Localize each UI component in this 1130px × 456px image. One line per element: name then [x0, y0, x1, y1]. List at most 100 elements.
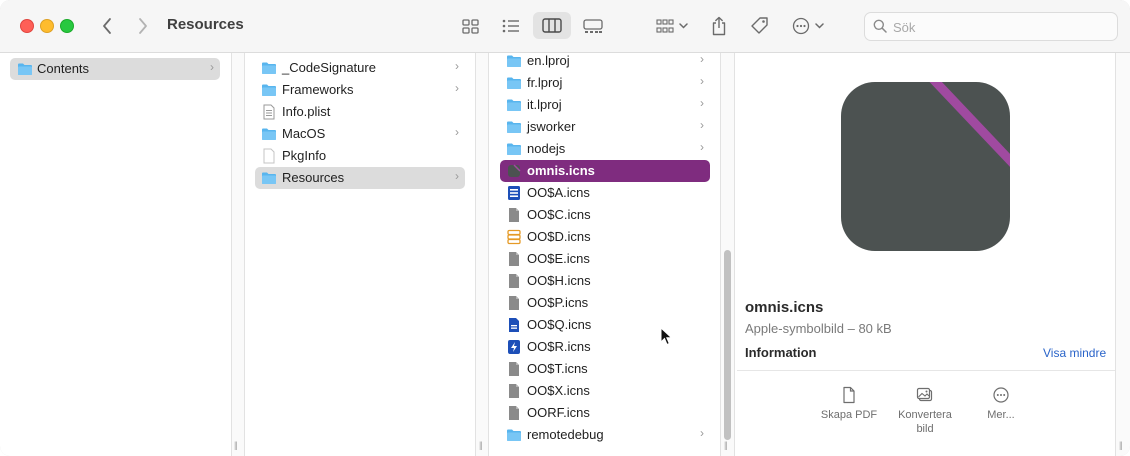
chevron-right-icon: ›: [700, 96, 704, 110]
folder-icon: [18, 63, 32, 75]
file-row[interactable]: OO$E.icns: [500, 248, 710, 270]
item-name: en.lproj: [527, 53, 570, 68]
folder-row[interactable]: nodejs ›: [500, 138, 710, 160]
column-resize-handle[interactable]: ||: [724, 440, 728, 450]
list-view-button[interactable]: [497, 13, 525, 39]
preview-file-kind: Apple-symbolbild – 80 kB: [745, 321, 892, 336]
convert-image-button[interactable]: Konvertera bild: [890, 386, 960, 436]
file-row[interactable]: OO$P.icns: [500, 292, 710, 314]
folder-row[interactable]: Resources ›: [255, 167, 465, 189]
window-title: Resources: [167, 16, 244, 33]
tags-button[interactable]: [746, 12, 772, 39]
forward-button[interactable]: [132, 14, 154, 38]
folder-row[interactable]: _CodeSignature ›: [255, 57, 465, 79]
folder-row[interactable]: Contents ›: [10, 58, 220, 80]
ellipsis-circle-icon: [792, 17, 810, 35]
icns-list-icon: [508, 186, 520, 200]
search-field[interactable]: [864, 12, 1118, 41]
more-button[interactable]: Mer...: [966, 386, 1036, 422]
file-row[interactable]: OO$R.icns: [500, 336, 710, 358]
folder-icon: [507, 429, 521, 441]
folder-row[interactable]: MacOS ›: [255, 123, 465, 145]
file-row[interactable]: OO$H.icns: [500, 270, 710, 292]
folder-row[interactable]: Frameworks ›: [255, 79, 465, 101]
search-input[interactable]: [891, 17, 1105, 37]
item-name: nodejs: [527, 141, 566, 156]
item-name: _CodeSignature: [282, 60, 376, 75]
folder-row[interactable]: it.lproj ›: [500, 94, 710, 116]
more-label: Mer...: [987, 409, 1015, 421]
file-row[interactable]: OO$D.icns: [500, 226, 710, 248]
icns-file-icon: [509, 274, 519, 288]
icns-bolt-icon: [508, 340, 520, 354]
folder-icon: [262, 128, 276, 140]
item-name: OO$Q.icns: [527, 317, 592, 332]
mouse-cursor: [660, 327, 673, 346]
gallery-view-button[interactable]: [579, 13, 607, 39]
toolbar: Resources: [0, 0, 1130, 53]
group-button[interactable]: [651, 13, 693, 39]
item-name: jsworker: [527, 119, 576, 134]
more-icon: [993, 387, 1009, 403]
column-resize-handle[interactable]: ||: [234, 440, 238, 450]
item-name: OO$A.icns: [527, 185, 590, 200]
file-row[interactable]: omnis.icns: [500, 160, 710, 182]
chevron-right-icon: [139, 18, 147, 34]
convert-image-icon: [916, 387, 933, 402]
item-name: Frameworks: [282, 82, 354, 97]
create-pdf-button[interactable]: Skapa PDF: [814, 386, 884, 422]
item-name: OO$H.icns: [527, 273, 591, 288]
preview-section-title: Information: [745, 345, 817, 360]
scrollbar[interactable]: [724, 250, 731, 440]
file-row[interactable]: OO$A.icns: [500, 182, 710, 204]
file-row[interactable]: Info.plist: [255, 101, 465, 123]
chevron-left-icon: [103, 18, 111, 34]
minimize-window-button[interactable]: [40, 19, 54, 33]
chevron-right-icon: ›: [700, 426, 704, 440]
icon-view-button[interactable]: [456, 13, 484, 39]
tag-icon: [750, 17, 768, 34]
grid-icon: [461, 18, 479, 34]
back-button[interactable]: [96, 14, 118, 38]
icns-document-icon: [509, 318, 519, 332]
item-name: Info.plist: [282, 104, 331, 119]
chevron-right-icon: ›: [700, 118, 704, 132]
item-name: it.lproj: [527, 97, 562, 112]
chevron-right-icon: ›: [700, 140, 704, 154]
folder-row[interactable]: jsworker ›: [500, 116, 710, 138]
gallery-icon: [583, 18, 603, 33]
folder-row[interactable]: fr.lproj ›: [500, 72, 710, 94]
finder-window: Resources Cont: [0, 0, 1130, 456]
show-less-link[interactable]: Visa mindre: [1043, 346, 1106, 360]
item-name: MacOS: [282, 126, 326, 141]
chevron-down-icon: [679, 23, 688, 29]
file-row[interactable]: OO$X.icns: [500, 380, 710, 402]
column-2: _CodeSignature › Frameworks › Info.plist MacO…: [245, 53, 475, 456]
column-3: en.lproj › fr.lproj › it.lproj › jsworker › node…: [489, 53, 720, 456]
file-row[interactable]: OO$Q.icns: [500, 314, 710, 336]
folder-row[interactable]: en.lproj ›: [500, 53, 710, 72]
preview-divider: [737, 370, 1115, 371]
column-resize-handle[interactable]: ||: [479, 440, 483, 450]
zoom-window-button[interactable]: [60, 19, 74, 33]
plist-file-icon: [263, 104, 275, 120]
column-resize-handle[interactable]: ||: [1119, 440, 1123, 450]
item-name: omnis.icns: [527, 163, 595, 178]
close-window-button[interactable]: [20, 19, 34, 33]
file-row[interactable]: OO$C.icns: [500, 204, 710, 226]
chevron-right-icon: ›: [455, 81, 459, 95]
more-actions-button[interactable]: [787, 13, 829, 39]
pdf-icon: [843, 386, 855, 404]
folder-row[interactable]: remotedebug ›: [500, 424, 710, 446]
file-row[interactable]: PkgInfo: [255, 145, 465, 167]
preview-scroll-track: [1115, 53, 1130, 456]
item-name: OO$P.icns: [527, 295, 589, 310]
file-row[interactable]: OORF.icns: [500, 402, 710, 424]
item-name: OO$T.icns: [527, 361, 588, 376]
folder-icon: [507, 143, 521, 155]
share-button[interactable]: [706, 12, 732, 39]
omnis-app-icon: [929, 82, 1010, 167]
file-row[interactable]: OO$T.icns: [500, 358, 710, 380]
item-name: OORF.icns: [527, 405, 590, 420]
column-view-button[interactable]: [533, 12, 571, 39]
